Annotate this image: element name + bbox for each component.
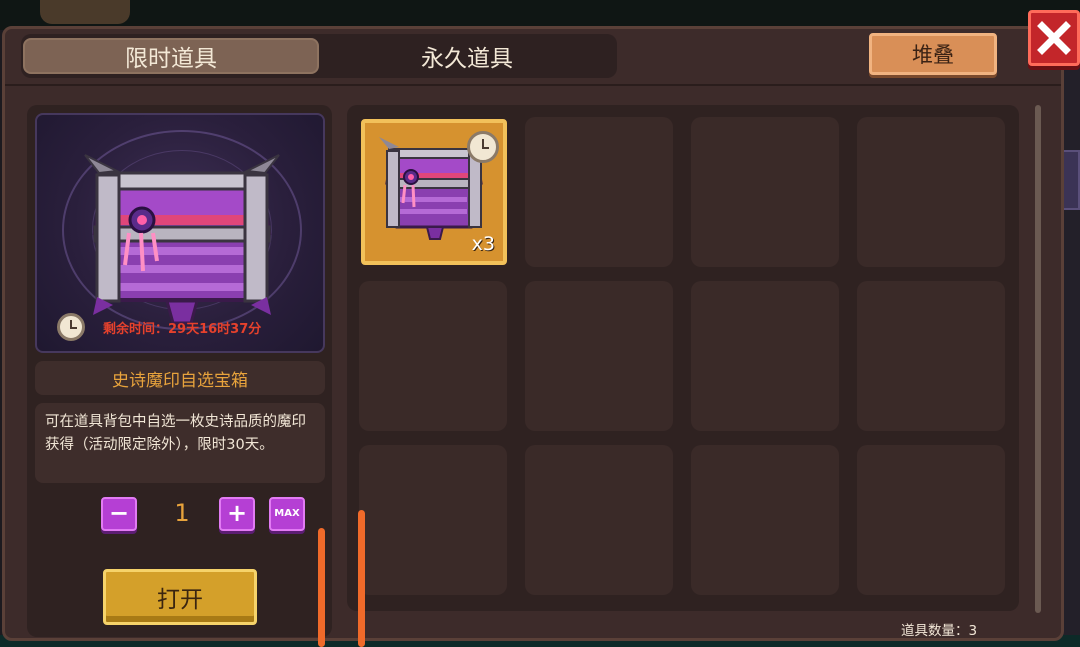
item-count-label: 道具数量：3: [901, 623, 978, 639]
quantity-stepper: − 1 + MAX: [101, 497, 311, 533]
clock-icon: [57, 313, 85, 341]
item-detail-panel: 剩余时间：29天16时37分 史诗魔印自选宝箱 可在道具背包中自选一枚史诗品质的…: [27, 105, 332, 637]
close-button[interactable]: [1028, 10, 1080, 66]
inventory-slot[interactable]: [857, 281, 1005, 431]
scrollbar[interactable]: [1035, 105, 1041, 613]
divider: [5, 84, 1061, 86]
inventory-slot[interactable]: [691, 281, 839, 431]
inventory-slot[interactable]: [359, 445, 507, 595]
inventory-slot[interactable]: [857, 445, 1005, 595]
background-portrait: [40, 0, 130, 24]
open-button[interactable]: 打开: [103, 569, 257, 625]
inventory-slot[interactable]: [691, 445, 839, 595]
inventory-slot[interactable]: [857, 117, 1005, 267]
quantity-value: 1: [174, 499, 190, 527]
inventory-window: 限时道具 永久道具 堆叠 剩余时间：29天16时37分 史诗魔印自选宝箱 可在道…: [2, 26, 1064, 641]
inventory-slot[interactable]: [525, 445, 673, 595]
time-remaining-text: 剩余时间：29天16时37分: [103, 321, 262, 337]
time-remaining-row: 剩余时间：29天16时37分: [57, 313, 319, 341]
tab-limited-items[interactable]: 限时道具: [23, 38, 319, 74]
item-count: x3: [471, 233, 495, 255]
inventory-slot[interactable]: [525, 117, 673, 267]
max-button[interactable]: MAX: [269, 497, 305, 531]
inventory-slot[interactable]: [359, 281, 507, 431]
annotation-scribble: [358, 510, 365, 647]
close-icon: [1037, 21, 1071, 55]
annotation-scribble: [318, 528, 325, 647]
item-description: 可在道具背包中自选一枚史诗品质的魔印获得（活动限定除外），限时30天。: [35, 403, 325, 483]
tab-permanent-items[interactable]: 永久道具: [321, 38, 613, 74]
stack-button[interactable]: 堆叠: [869, 33, 997, 75]
increase-button[interactable]: +: [219, 497, 255, 531]
inventory-slot[interactable]: [691, 117, 839, 267]
item-preview: 剩余时间：29天16时37分: [35, 113, 325, 353]
decrease-button[interactable]: −: [101, 497, 137, 531]
inventory-slot[interactable]: [525, 281, 673, 431]
clock-icon: [467, 131, 499, 163]
tab-bar: 限时道具 永久道具: [21, 34, 617, 78]
inventory-grid: x3: [347, 105, 1019, 611]
item-name: 史诗魔印自选宝箱: [35, 361, 325, 395]
inventory-slot[interactable]: x3: [361, 119, 507, 265]
